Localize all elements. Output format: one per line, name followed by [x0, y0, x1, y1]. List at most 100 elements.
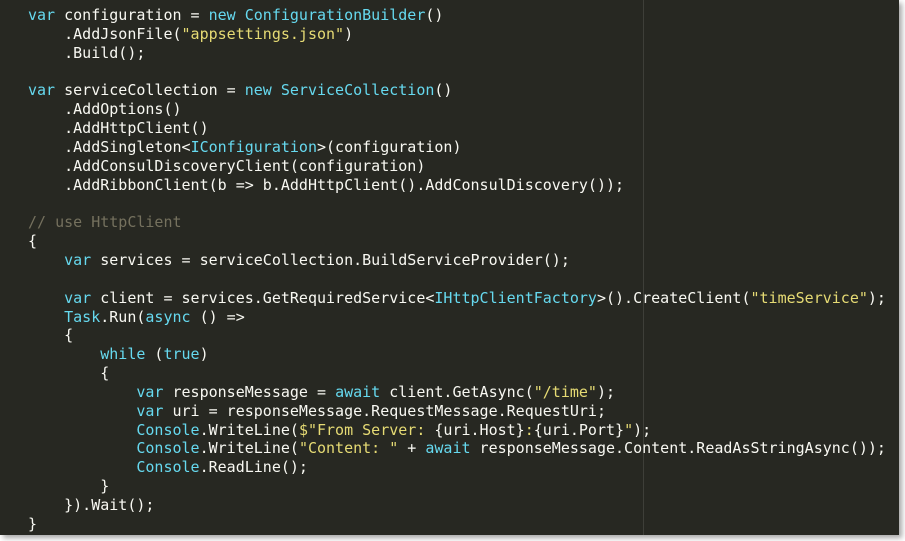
code-line: .AddOptions() — [28, 100, 899, 119]
code-token: ( — [145, 345, 164, 364]
code-line: { — [28, 232, 899, 251]
string-token: "appsettings.json" — [181, 24, 345, 43]
code-line: var responseMessage = await client.GetAs… — [28, 383, 899, 402]
comment-token: // use HttpClient — [28, 213, 182, 232]
code-line: var serviceCollection = new ServiceColle… — [28, 81, 899, 100]
code-token: ) — [199, 345, 209, 364]
code-token: .AddRibbonClient(b => b.AddHttpClient().… — [28, 175, 625, 194]
code-token: uri = responseMessage.RequestMessage.Req… — [163, 401, 606, 420]
code-token: >(configuration) — [317, 137, 462, 156]
keyword-token: true — [163, 345, 200, 364]
keyword-token: var — [28, 81, 56, 100]
code-token: } — [28, 514, 38, 533]
code-block[interactable]: var configuration = new ConfigurationBui… — [28, 6, 899, 534]
type-token: Console — [136, 420, 200, 439]
code-line: // use HttpClient — [28, 213, 899, 232]
code-token: + — [398, 439, 426, 458]
keyword-token: var — [64, 288, 92, 307]
code-line: .AddJsonFile("appsettings.json") — [28, 25, 899, 44]
code-line: while (true) — [28, 345, 899, 364]
code-token: () — [425, 6, 444, 24]
code-token: .Build(); — [28, 43, 146, 62]
code-line: }).Wait(); — [28, 496, 899, 515]
code-token: responseMessage.Content.ReadAsStringAsyn… — [470, 439, 886, 458]
code-token: { — [28, 326, 74, 345]
code-line: var services = serviceCollection.BuildSe… — [28, 251, 899, 270]
string-token: : — [524, 420, 534, 439]
code-token: {uri.Port} — [533, 420, 625, 439]
code-line: Console.ReadLine(); — [28, 458, 899, 477]
string-token: "timeService" — [750, 288, 868, 307]
code-token: .WriteLine( — [199, 420, 299, 439]
code-token: serviceCollection = — [55, 81, 245, 100]
code-line: .AddConsulDiscoveryClient(configuration) — [28, 157, 899, 176]
keyword-token: new — [208, 6, 236, 24]
type-token: IConfiguration — [190, 137, 317, 156]
code-line: } — [28, 477, 899, 496]
code-token: .AddSingleton< — [28, 137, 191, 156]
code-token: { — [28, 232, 38, 251]
string-token: "Content: " — [298, 439, 399, 458]
code-token: ) — [344, 24, 354, 43]
code-line: } — [28, 515, 899, 534]
code-line: .Build(); — [28, 44, 899, 63]
keyword-token: var — [136, 401, 164, 420]
code-token: .AddOptions() — [28, 100, 182, 119]
code-line: Console.WriteLine($"From Server: {uri.Ho… — [28, 421, 899, 440]
type-token: IHttpClientFactory — [434, 288, 597, 307]
code-line: var configuration = new ConfigurationBui… — [28, 6, 899, 25]
type-token: Console — [136, 458, 200, 477]
code-token: () — [434, 81, 453, 100]
code-token: >().CreateClient( — [596, 288, 751, 307]
code-line: .AddRibbonClient(b => b.AddHttpClient().… — [28, 176, 899, 195]
string-token: $"From Server: — [298, 420, 435, 439]
code-token: configuration = — [55, 6, 209, 24]
code-line: .AddHttpClient() — [28, 119, 899, 138]
code-line: { — [28, 326, 899, 345]
string-token: "/time" — [533, 382, 597, 401]
code-token: ); — [596, 382, 616, 401]
code-token: services = serviceCollection.BuildServic… — [91, 250, 570, 269]
type-token: Console — [136, 439, 200, 458]
code-token: responseMessage = — [163, 382, 336, 401]
code-line: var uri = responseMessage.RequestMessage… — [28, 402, 899, 421]
code-token: ); — [633, 420, 652, 439]
code-line: Task.Run(async () => — [28, 308, 899, 327]
keyword-token: await — [425, 439, 471, 458]
code-token: client = services.GetRequiredService< — [91, 288, 435, 307]
code-token: .WriteLine( — [199, 439, 299, 458]
code-token: {uri.Host} — [434, 420, 525, 439]
code-token: .AddConsulDiscoveryClient(configuration) — [28, 156, 426, 175]
code-token: .AddHttpClient() — [28, 119, 209, 138]
code-editor-panel[interactable]: var configuration = new ConfigurationBui… — [0, 0, 899, 535]
code-token: }).Wait(); — [28, 495, 155, 514]
type-token: ConfigurationBuilder — [244, 6, 426, 24]
code-line: Console.WriteLine("Content: " + await re… — [28, 439, 899, 458]
code-line: { — [28, 364, 899, 383]
keyword-token: var — [64, 250, 92, 269]
code-token: .Run( — [100, 307, 146, 326]
code-token: () => — [190, 307, 245, 326]
keyword-token: await — [335, 382, 381, 401]
keyword-token: var — [28, 6, 56, 24]
string-token: " — [624, 420, 634, 439]
type-token: Task — [64, 307, 101, 326]
code-line: .AddSingleton<IConfiguration>(configurat… — [28, 138, 899, 157]
code-line: var client = services.GetRequiredService… — [28, 289, 899, 308]
keyword-token: var — [136, 382, 164, 401]
code-token: client.GetAsync( — [380, 382, 534, 401]
